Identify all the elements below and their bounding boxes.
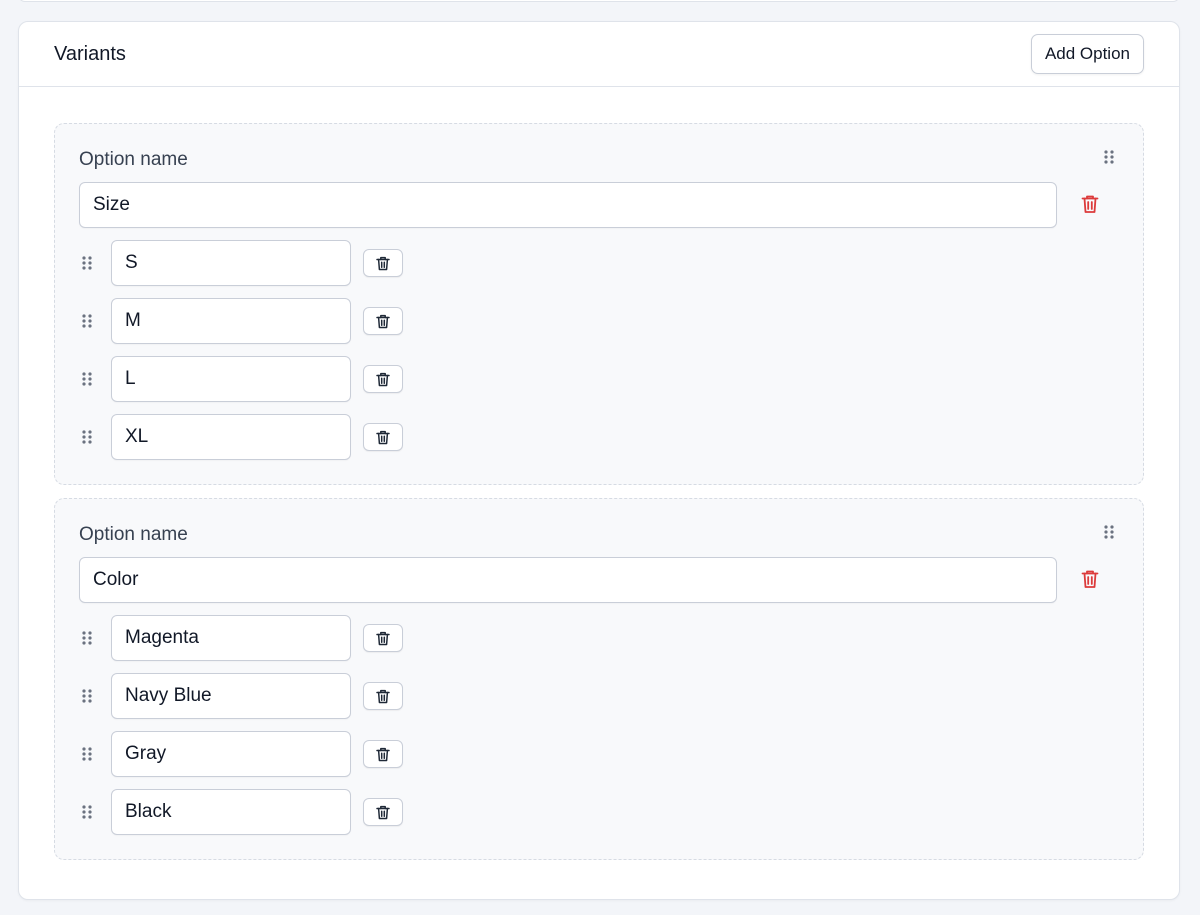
delete-value-button[interactable] [363,365,403,393]
option-name-row [79,182,1119,228]
option-value-input[interactable] [111,356,351,402]
delete-value-button[interactable] [363,423,403,451]
option-value-input[interactable] [111,240,351,286]
drag-handle-icon[interactable] [81,371,93,387]
option-name-label: Option name [79,524,188,545]
drag-handle-icon[interactable] [81,630,93,646]
option-value-row [79,673,1119,719]
option-value-input[interactable] [111,731,351,777]
option-value-input[interactable] [111,673,351,719]
trash-icon[interactable] [1079,567,1101,591]
option-value-row [79,789,1119,835]
delete-value-button[interactable] [363,307,403,335]
option-value-row [79,615,1119,661]
drag-handle-icon[interactable] [1103,149,1115,165]
card-body: Option name Size S M L XL Option name Co… [19,87,1179,860]
add-option-button[interactable]: Add Option [1030,34,1144,74]
trash-icon[interactable] [1079,192,1101,216]
option-value-input[interactable] [111,298,351,344]
option-value-input[interactable] [111,414,351,460]
card-title: Variants [54,42,126,65]
drag-handle-icon[interactable] [81,688,93,704]
trash-icon [376,372,390,387]
delete-value-button[interactable] [363,624,403,652]
drag-handle-icon[interactable] [81,746,93,762]
trash-icon [376,631,390,646]
option-name-row [79,557,1119,603]
option-group: Option name [54,123,1144,485]
trash-icon [376,314,390,329]
option-value-row [79,356,1119,402]
delete-value-button[interactable] [363,249,403,277]
trash-icon [376,430,390,445]
option-name-input[interactable] [79,182,1057,228]
drag-handle-icon[interactable] [81,804,93,820]
delete-value-button[interactable] [363,798,403,826]
option-value-input[interactable] [111,789,351,835]
trash-icon [376,256,390,271]
variants-card: Variants Add Option Option name Size S M… [18,21,1180,900]
option-value-row [79,240,1119,286]
option-value-row [79,731,1119,777]
delete-value-button[interactable] [363,740,403,768]
option-value-input[interactable] [111,615,351,661]
trash-icon [376,689,390,704]
option-name-input[interactable] [79,557,1057,603]
option-value-row [79,414,1119,460]
drag-handle-icon[interactable] [1103,524,1115,540]
option-group: Option name [54,498,1144,860]
drag-handle-icon[interactable] [81,429,93,445]
card-header: Variants Add Option [19,22,1179,87]
delete-value-button[interactable] [363,682,403,710]
trash-icon [376,805,390,820]
option-name-label: Option name [79,149,188,170]
previous-card-edge [18,0,1180,2]
trash-icon [376,747,390,762]
option-value-row [79,298,1119,344]
drag-handle-icon[interactable] [81,255,93,271]
drag-handle-icon[interactable] [81,313,93,329]
